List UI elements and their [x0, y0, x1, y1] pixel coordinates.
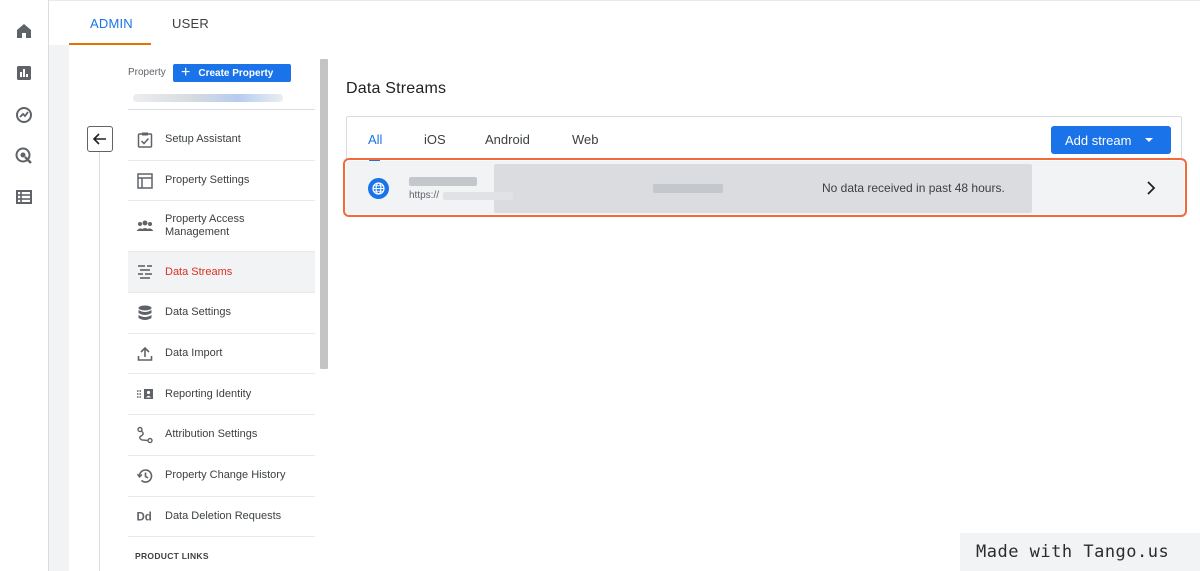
people-icon [135, 216, 155, 236]
nav-attribution-settings[interactable]: Attribution Settings [128, 415, 315, 456]
configure-icon[interactable] [14, 187, 34, 207]
back-button[interactable] [87, 126, 113, 152]
watermark: Made with Tango.us [960, 533, 1200, 571]
nav-label: Attribution Settings [165, 428, 258, 441]
add-stream-button[interactable]: Add stream [1051, 126, 1171, 154]
property-nav: Setup Assistant Property Settings Proper… [128, 120, 315, 538]
column-scrollbar[interactable] [320, 59, 328, 369]
layout-icon [135, 171, 155, 191]
nav-data-settings[interactable]: Data Settings [128, 293, 315, 334]
column-divider [99, 150, 100, 571]
tab-admin[interactable]: ADMIN [90, 3, 133, 45]
advertising-icon[interactable] [14, 146, 34, 166]
nav-setup-assistant[interactable]: Setup Assistant [128, 120, 315, 161]
nav-data-import[interactable]: Data Import [128, 334, 315, 375]
create-property-label: Create Property [198, 67, 274, 79]
streams-icon [135, 262, 155, 282]
nav-label: Data Import [165, 347, 223, 360]
globe-icon [368, 178, 389, 199]
nav-label: Property Access Management [165, 213, 245, 239]
svg-text:Dd: Dd [137, 512, 152, 524]
stream-id-redacted [653, 184, 723, 193]
nav-property-settings[interactable]: Property Settings [128, 161, 315, 202]
nav-data-deletion-requests[interactable]: Dd Data Deletion Requests [128, 497, 315, 538]
dd-icon: Dd [135, 506, 155, 526]
plus-icon: + [181, 64, 191, 81]
tab-all[interactable]: All [368, 132, 382, 147]
nav-reporting-identity[interactable]: Reporting Identity [128, 374, 315, 416]
tab-user[interactable]: USER [172, 3, 209, 45]
admin-user-tabbar [69, 3, 1200, 45]
nav-label: Reporting Identity [165, 387, 252, 400]
nav-property-access-management[interactable]: Property Access Management [128, 201, 315, 253]
left-nav-rail [0, 0, 49, 571]
arrow-left-icon [93, 133, 106, 145]
history-icon [135, 466, 155, 486]
nav-label: Data Settings [165, 306, 232, 319]
reports-icon[interactable] [14, 63, 34, 83]
stream-name-redacted [409, 177, 477, 186]
page-title: Data Streams [346, 80, 447, 97]
property-label: Property [128, 67, 166, 78]
explore-icon[interactable] [14, 105, 34, 125]
chevron-right-icon[interactable] [1144, 180, 1158, 196]
upload-icon [135, 344, 155, 364]
nav-property-change-history[interactable]: Property Change History [128, 456, 315, 497]
tab-android[interactable]: Android [485, 132, 530, 147]
create-property-button[interactable]: + Create Property [173, 64, 291, 82]
product-links-heading: PRODUCT LINKS [135, 551, 209, 561]
identity-icon [135, 384, 155, 404]
property-selector-redacted[interactable] [133, 94, 283, 102]
stream-url: https:// [409, 190, 440, 201]
property-divider [128, 109, 315, 110]
nav-label: Property Change History [165, 469, 286, 482]
tab-ios[interactable]: iOS [424, 132, 446, 147]
tab-web[interactable]: Web [572, 132, 599, 147]
checklist-icon [135, 130, 155, 150]
add-stream-label: Add stream [1065, 132, 1132, 148]
stream-url-redacted [443, 192, 513, 200]
caret-down-icon [1145, 138, 1154, 142]
nav-label: Data Streams [165, 265, 233, 278]
attribution-icon [135, 425, 155, 445]
stream-status: No data received in past 48 hours. [822, 181, 1005, 195]
database-icon [135, 303, 155, 323]
nav-label: Setup Assistant [165, 133, 241, 146]
nav-data-streams[interactable]: Data Streams [128, 252, 315, 294]
home-icon[interactable] [14, 21, 34, 41]
nav-label: Property Settings [165, 174, 250, 187]
nav-label: Data Deletion Requests [165, 509, 282, 522]
